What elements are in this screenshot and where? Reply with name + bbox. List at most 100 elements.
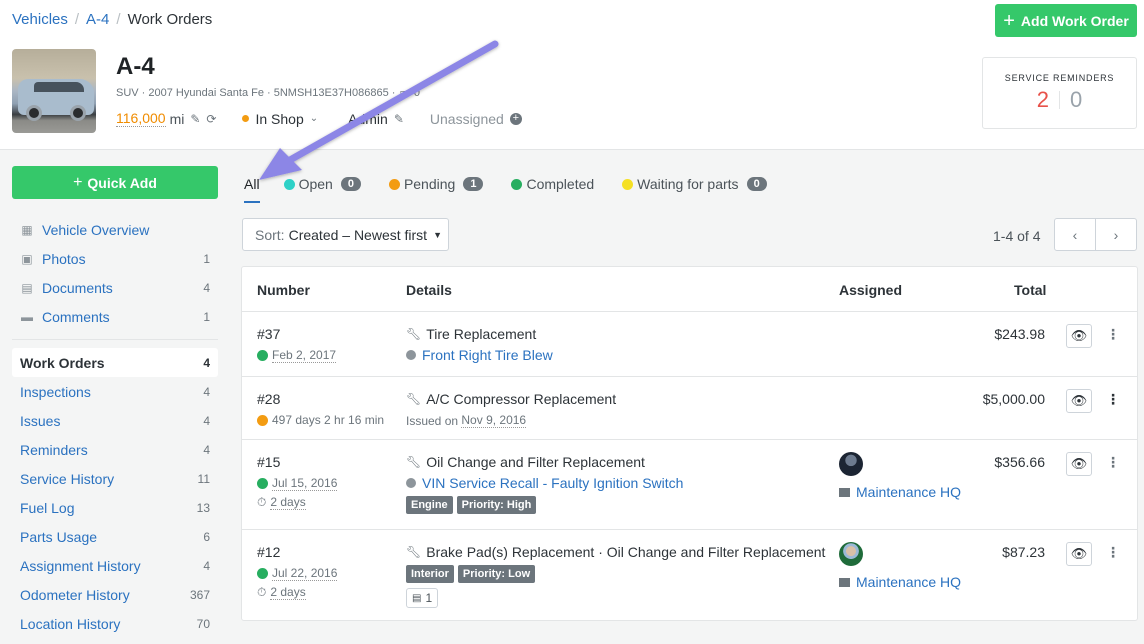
sidebar-item-label: Odometer History [20, 586, 130, 603]
tab-badge: 0 [746, 177, 767, 191]
quick-add-button[interactable]: + Quick Add [12, 166, 218, 199]
tab-label: All [244, 176, 260, 192]
table-row[interactable]: #15 Jul 15, 2016 ⏱︎ 2 days 🔧︎ Oil Change… [242, 440, 1137, 530]
work-order-number[interactable]: #37 [257, 326, 336, 342]
vehicle-meta-count: 0 [413, 86, 420, 99]
table-row[interactable]: #37 Feb 2, 2017 🔧︎ Tire Replacement Fron… [242, 312, 1137, 377]
tab-open[interactable]: Open 0 [283, 174, 361, 194]
task-line: 🔧︎ Oil Change and Filter Replacement [406, 454, 683, 470]
edit-odometer-icon[interactable]: ✎ [190, 112, 200, 126]
add-work-order-button[interactable]: + Add Work Order [995, 4, 1137, 37]
view-button[interactable]: 👁︎ [1066, 452, 1092, 476]
table-row[interactable]: #12 Jul 22, 2016 ⏱︎ 2 days 🔧︎ Brake Pad(… [242, 530, 1137, 622]
status-dot-icon [257, 350, 268, 361]
sidebar-item-issues[interactable]: Issues 4 [12, 406, 218, 435]
more-options-icon[interactable]: ⋮ [1106, 326, 1120, 343]
task-line: 🔧︎ A/C Compressor Replacement [406, 391, 616, 407]
sort-dropdown[interactable]: Sort: Created – Newest first ▼ [242, 218, 449, 251]
issue-link[interactable]: Front Right Tire Blew [406, 347, 553, 363]
status-dot-icon [257, 414, 268, 426]
sidebar-divider [12, 339, 218, 340]
more-options-icon[interactable]: ⋮ [1106, 391, 1120, 408]
issued-date: Nov 9, 2016 [461, 413, 527, 428]
duration-text: 497 days 2 hr 16 min [272, 413, 385, 427]
view-button[interactable]: 👁︎ [1066, 542, 1092, 566]
sidebar-item-label: Assignment History [20, 557, 141, 574]
next-page-button[interactable]: › [1096, 219, 1136, 250]
quick-add-label: Quick Add [87, 174, 157, 191]
more-options-icon[interactable]: ⋮ [1106, 544, 1120, 561]
vehicle-photo[interactable] [12, 49, 96, 133]
sidebar-item-vehicle-overview[interactable]: ▦ Vehicle Overview [12, 215, 218, 244]
view-button[interactable]: 👁︎ [1066, 389, 1092, 413]
task-text: Brake Pad(s) Replacement · Oil Change an… [426, 544, 826, 560]
document-icon: ▤ [412, 592, 422, 604]
duration-text: 2 days [270, 585, 306, 600]
table-header: Number Details Assigned Total [242, 267, 1137, 312]
sidebar-item-odometer-history[interactable]: Odometer History 367 [12, 580, 218, 609]
sidebar-item-fuel-log[interactable]: Fuel Log 13 [12, 493, 218, 522]
location-link[interactable]: Maintenance HQ [839, 484, 961, 500]
location-link[interactable]: Maintenance HQ [839, 574, 961, 590]
service-reminders-card[interactable]: SERVICE REMINDERS 2 0 [982, 57, 1137, 129]
sidebar-item-photos[interactable]: ▣ Photos 1 [12, 244, 218, 273]
sidebar-item-label: Photos [42, 250, 86, 267]
sidebar-item-label: Vehicle Overview [42, 221, 150, 238]
date-text: Jul 22, 2016 [272, 566, 338, 581]
sidebar-item-inspections[interactable]: Inspections 4 [12, 377, 218, 406]
refresh-icon[interactable]: ⟳ [206, 112, 216, 126]
sidebar-item-documents[interactable]: ▤ Documents 4 [12, 273, 218, 302]
total-value: $87.23 [1002, 544, 1045, 560]
column-header-number[interactable]: Number [257, 282, 310, 298]
sidebar-item-count: 4 [203, 355, 210, 370]
status-dot-icon [257, 568, 268, 579]
view-button[interactable]: 👁︎ [1066, 324, 1092, 348]
number-cell: #12 Jul 22, 2016 ⏱︎ 2 days [257, 544, 338, 600]
odometer-value[interactable]: 116,000 [116, 110, 166, 127]
pagination-text: 1-4 of 4 [993, 228, 1041, 244]
table-row[interactable]: #28 497 days 2 hr 16 min 🔧︎ A/C Compress… [242, 377, 1137, 440]
sidebar-item-count: 367 [189, 587, 210, 602]
sidebar-item-parts-usage[interactable]: Parts Usage 6 [12, 522, 218, 551]
task-text: Tire Replacement [426, 326, 537, 342]
operator-field[interactable]: Unassigned + [430, 111, 522, 127]
avatar[interactable] [839, 452, 863, 476]
sidebar-item-work-orders[interactable]: Work Orders 4 [12, 348, 218, 377]
documents-chip[interactable]: ▤ 1 [406, 588, 439, 608]
add-work-order-label: Add Work Order [1020, 12, 1129, 29]
vehicle-details: SUV · 2007 Hyundai Santa Fe · 5NMSH13E37… [116, 86, 396, 99]
prev-page-button[interactable]: ‹ [1055, 219, 1096, 250]
tab-all[interactable]: All [244, 174, 260, 203]
duration: ⏱︎ 2 days [257, 585, 337, 600]
status-dot-icon [242, 115, 250, 122]
avatar[interactable] [839, 542, 863, 566]
more-options-icon[interactable]: ⋮ [1106, 454, 1120, 471]
wrench-icon: 🔧︎ [406, 545, 422, 559]
vehicle-name: A-4 [116, 53, 155, 80]
issue-link[interactable]: VIN Service Recall - Faulty Ignition Swi… [406, 475, 683, 491]
shop-icon [839, 487, 850, 497]
sidebar-item-label: Reminders [20, 441, 88, 458]
work-order-number[interactable]: #28 [257, 391, 384, 407]
odometer-unit: mi [169, 110, 185, 127]
work-order-number[interactable]: #12 [257, 544, 337, 560]
sidebar-item-reminders[interactable]: Reminders 4 [12, 435, 218, 464]
tab-waiting-for-parts[interactable]: Waiting for parts 0 [622, 174, 767, 194]
work-order-number[interactable]: #15 [257, 454, 337, 470]
sidebar-item-service-history[interactable]: Service History 11 [12, 464, 218, 493]
tab-completed[interactable]: Completed [511, 174, 594, 194]
group-field[interactable]: Admin ✎ [348, 111, 404, 127]
date-text: Jul 15, 2016 [272, 476, 338, 491]
column-header-total[interactable]: Total [1014, 282, 1046, 298]
tab-pending[interactable]: Pending 1 [388, 174, 484, 194]
breadcrumb-vehicle[interactable]: A-4 [86, 11, 109, 28]
sidebar-item-location-history[interactable]: Location History 70 [12, 609, 218, 638]
sidebar-item-assignment-history[interactable]: Assignment History 4 [12, 551, 218, 580]
sidebar-item-comments[interactable]: ▬ Comments 1 [12, 302, 218, 331]
breadcrumb-vehicles[interactable]: Vehicles [12, 11, 68, 28]
status-dropdown[interactable]: In Shop ⌄ [242, 111, 318, 127]
vehicle-meta: SUV · 2007 Hyundai Santa Fe · 5NMSH13E37… [116, 86, 420, 100]
due-soon-count[interactable]: 0 [1070, 87, 1082, 113]
status-tabs: All Open 0 Pending 1 Completed Waiting f… [244, 174, 795, 203]
overdue-count[interactable]: 2 [1037, 87, 1049, 113]
